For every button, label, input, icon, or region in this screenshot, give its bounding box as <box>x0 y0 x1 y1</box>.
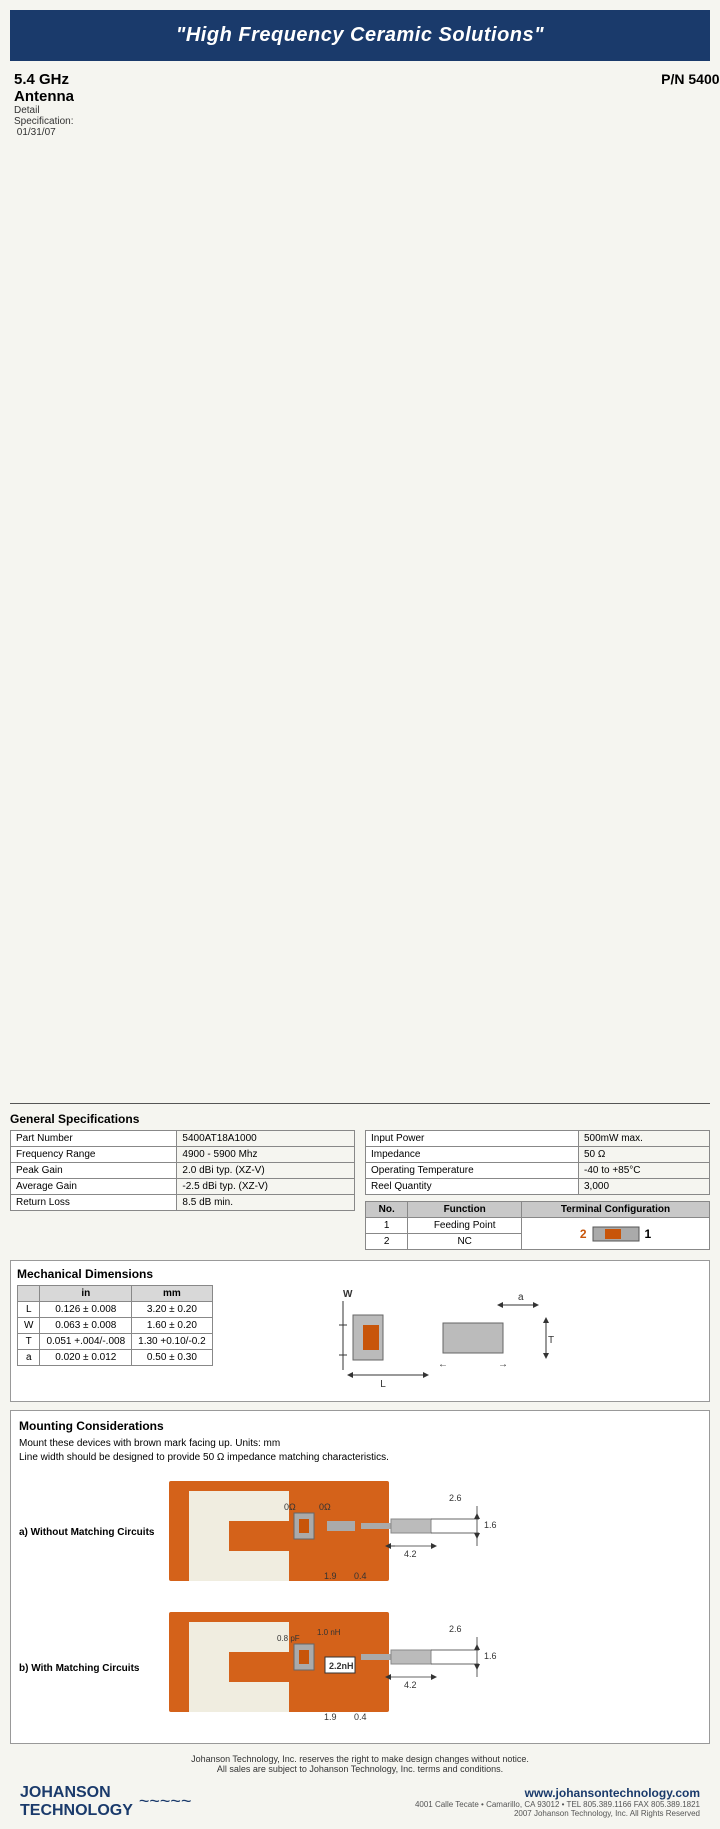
pin-table-container: No. Function Terminal Configuration 1 Fe… <box>365 1201 710 1250</box>
component-svg <box>591 1223 641 1245</box>
svg-text:2.2nH: 2.2nH <box>329 1661 354 1671</box>
svg-text:W: W <box>343 1289 353 1300</box>
table-row: 1 Feeding Point 2 1 <box>366 1218 710 1234</box>
logo-left: JOHANSONTECHNOLOGY ~~~~~ <box>20 1784 191 1819</box>
logo-text: JOHANSONTECHNOLOGY <box>20 1784 133 1819</box>
title-right: P/N 5400AT18A1000 Page 1 of 3 <box>74 71 720 1099</box>
table-row: Frequency Range 4900 - 5900 Mhz <box>11 1147 355 1163</box>
mech-diagram: W L a <box>223 1285 703 1395</box>
logo-footer: JOHANSONTECHNOLOGY ~~~~~ www.johansontec… <box>10 1784 710 1819</box>
specs-container: Part Number 5400AT18A1000 Frequency Rang… <box>10 1130 710 1250</box>
svg-text:←: ← <box>438 1359 448 1370</box>
mech-content: in mm L 0.126 ± 0.008 3.20 ± 0.20 W 0. <box>17 1285 703 1395</box>
svg-text:1.6: 1.6 <box>484 1651 497 1661</box>
svg-text:0Ω: 0Ω <box>284 1502 296 1512</box>
svg-text:L: L <box>380 1379 386 1390</box>
svg-text:1.0 nH: 1.0 nH <box>317 1628 341 1637</box>
table-row: Input Power 500mW max. <box>366 1131 710 1147</box>
footer-right: www.johansontechnology.com 4001 Calle Te… <box>415 1786 700 1818</box>
circuit-diagrams: a) Without Matching Circuits 0Ω 0Ω <box>19 1471 701 1735</box>
svg-text:1.9: 1.9 <box>324 1712 337 1722</box>
table-row: Peak Gain 2.0 dBi typ. (XZ-V) <box>11 1163 355 1179</box>
title-row: 5.4 GHz Antenna Detail Specification: 01… <box>10 71 710 1099</box>
table-row: Part Number 5400AT18A1000 <box>11 1131 355 1147</box>
table-row: Return Loss 8.5 dB min. <box>11 1195 355 1211</box>
pin-col-config: Terminal Configuration <box>522 1202 710 1218</box>
pin-config-diagram: 2 1 <box>527 1223 704 1245</box>
part-number-title: P/N 5400AT18A1000 <box>74 71 720 87</box>
general-specs-title: General Specifications <box>10 1112 710 1126</box>
table-row: W 0.063 ± 0.008 1.60 ± 0.20 <box>18 1318 213 1334</box>
circuit-a-svg: 0Ω 0Ω 2.6 <box>169 1471 701 1594</box>
table-row: Impedance 50 Ω <box>366 1147 710 1163</box>
title-left: 5.4 GHz Antenna Detail Specification: 01… <box>14 71 74 138</box>
table-row: L 0.126 ± 0.008 3.20 ± 0.20 <box>18 1302 213 1318</box>
footer-url: www.johansontechnology.com <box>415 1786 700 1800</box>
svg-text:2.6: 2.6 <box>449 1493 462 1503</box>
circuit-b-label: b) With Matching Circuits <box>19 1663 159 1674</box>
pin-table: No. Function Terminal Configuration 1 Fe… <box>365 1201 710 1250</box>
mounting-desc: Mount these devices with brown mark faci… <box>19 1437 701 1465</box>
mechanical-section: Mechanical Dimensions in mm L 0.126 <box>10 1260 710 1402</box>
subtitle: Detail Specification: 01/31/07 <box>14 105 74 138</box>
svg-text:a: a <box>518 1292 524 1303</box>
footer-text: Johanson Technology, Inc. reserves the r… <box>10 1754 710 1774</box>
circuit-b-svg: 0.8 pF 1.0 nH 2.2nH 2.6 <box>169 1602 701 1735</box>
mounting-title: Mounting Considerations <box>19 1419 701 1433</box>
header-banner: "High Frequency Ceramic Solutions" <box>10 10 710 61</box>
table-row: Reel Quantity 3,000 <box>366 1179 710 1195</box>
page-number: Page 1 of 3 <box>74 87 720 1099</box>
footer-copyright: 2007 Johanson Technology, Inc. All Right… <box>415 1809 700 1818</box>
svg-text:0.4: 0.4 <box>354 1571 367 1581</box>
footer-addr: 4001 Calle Tecate • Camarillo, CA 93012 … <box>415 1800 700 1809</box>
svg-text:0Ω: 0Ω <box>319 1502 331 1512</box>
table-row: T 0.051 +.004/-.008 1.30 +0.10/-0.2 <box>18 1334 213 1350</box>
svg-text:2.6: 2.6 <box>449 1624 462 1634</box>
mechanical-title: Mechanical Dimensions <box>17 1267 703 1281</box>
circuit-a-label: a) Without Matching Circuits <box>19 1527 159 1538</box>
circuit-a-diagram: 0Ω 0Ω 2.6 <box>169 1471 529 1591</box>
svg-text:0.4: 0.4 <box>354 1712 367 1722</box>
table-row: Average Gain -2.5 dBi typ. (XZ-V) <box>11 1179 355 1195</box>
mounting-section: Mounting Considerations Mount these devi… <box>10 1410 710 1744</box>
svg-text:1.6: 1.6 <box>484 1520 497 1530</box>
left-specs: Part Number 5400AT18A1000 Frequency Rang… <box>10 1130 355 1250</box>
mech-table-wrap: in mm L 0.126 ± 0.008 3.20 ± 0.20 W 0. <box>17 1285 213 1395</box>
circuit-b-diagram: 0.8 pF 1.0 nH 2.2nH 2.6 <box>169 1602 529 1732</box>
svg-text:0.8 pF: 0.8 pF <box>277 1634 300 1643</box>
right-specs: Input Power 500mW max. Impedance 50 Ω Op… <box>365 1130 710 1250</box>
divider <box>10 1103 710 1104</box>
left-spec-table: Part Number 5400AT18A1000 Frequency Rang… <box>10 1130 355 1211</box>
banner-text: "High Frequency Ceramic Solutions" <box>176 24 544 46</box>
page: "High Frequency Ceramic Solutions" 5.4 G… <box>0 0 720 1829</box>
mech-svg: W L a <box>313 1285 613 1395</box>
main-title: 5.4 GHz Antenna <box>14 71 74 105</box>
circuit-row-b: b) With Matching Circuits 0.8 pF 1.0 n <box>19 1602 701 1735</box>
svg-text:→: → <box>498 1359 508 1370</box>
circuit-row-a: a) Without Matching Circuits 0Ω 0Ω <box>19 1471 701 1594</box>
right-spec-table: Input Power 500mW max. Impedance 50 Ω Op… <box>365 1130 710 1195</box>
mech-table: in mm L 0.126 ± 0.008 3.20 ± 0.20 W 0. <box>17 1285 213 1366</box>
table-row: Operating Temperature -40 to +85°C <box>366 1163 710 1179</box>
svg-text:1.9: 1.9 <box>324 1571 337 1581</box>
pin-col-no: No. <box>366 1202 408 1218</box>
svg-text:T: T <box>548 1335 554 1346</box>
logo-waves: ~~~~~ <box>139 1791 192 1812</box>
pin-col-function: Function <box>408 1202 522 1218</box>
table-row: a 0.020 ± 0.012 0.50 ± 0.30 <box>18 1350 213 1366</box>
svg-text:4.2: 4.2 <box>404 1680 417 1690</box>
svg-text:4.2: 4.2 <box>404 1549 417 1559</box>
